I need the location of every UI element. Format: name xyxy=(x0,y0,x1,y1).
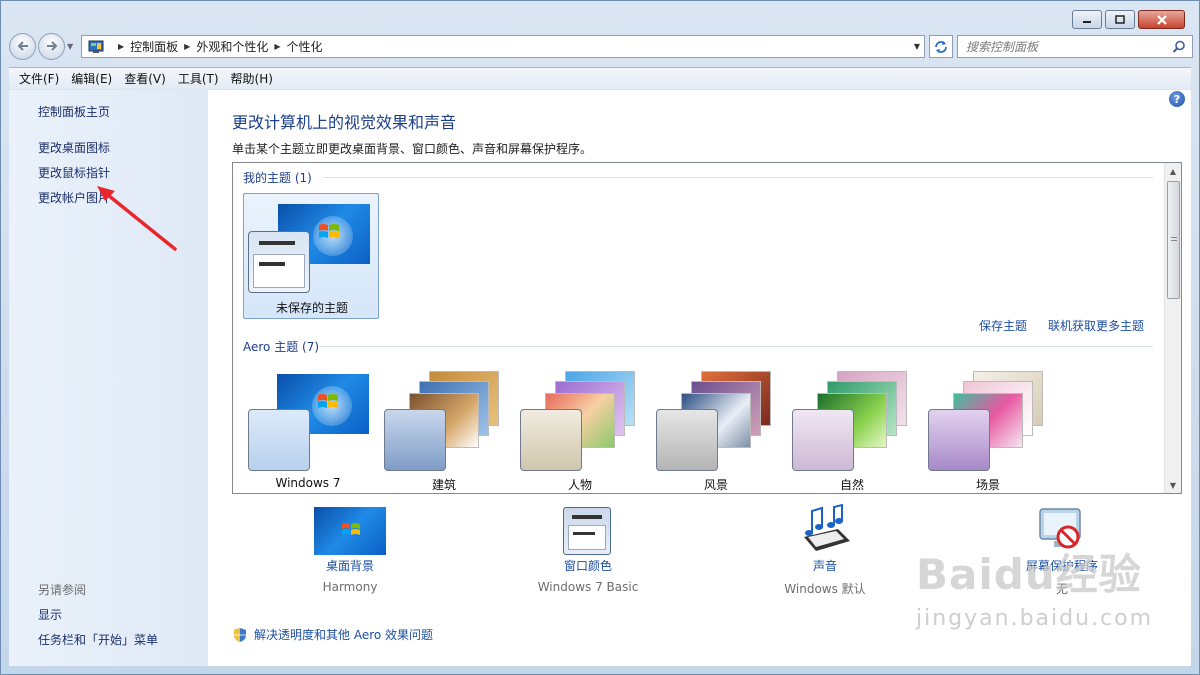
sounds-icon xyxy=(804,503,850,551)
menu-edit[interactable]: 编辑(E) xyxy=(65,70,118,87)
window-color-icon xyxy=(563,507,611,555)
taskbar-start-menu-link[interactable]: 任务栏和「开始」菜单 xyxy=(38,631,158,648)
aero-troubleshoot[interactable]: 解决透明度和其他 Aero 效果问题 xyxy=(232,626,433,643)
theme-characters[interactable]: 人物 xyxy=(515,371,645,492)
task-pane: 控制面板主页 更改桌面图标 更改鼠标指针 更改帐户图片 另请参阅 显示 任务栏和… xyxy=(9,90,208,666)
glass-color-swatch xyxy=(248,409,310,471)
glass-color-swatch xyxy=(384,409,446,471)
scroll-thumb[interactable] xyxy=(1167,181,1180,299)
see-also-heading: 另请参阅 xyxy=(38,583,87,597)
theme-nature[interactable]: 自然 xyxy=(787,371,917,492)
glass-color-swatch xyxy=(656,409,718,471)
scroll-up-arrow[interactable]: ▲ xyxy=(1165,163,1181,179)
refresh-button[interactable] xyxy=(929,35,953,58)
back-arrow-icon xyxy=(17,41,28,51)
theme-name: 建筑 xyxy=(431,478,456,492)
theme-name: 人物 xyxy=(567,478,592,492)
menu-help[interactable]: 帮助(H) xyxy=(225,70,279,87)
screen-saver-value: 无 xyxy=(1055,582,1068,596)
desktop-background-icon xyxy=(314,507,386,555)
theme-unsaved[interactable]: 未保存的主题 xyxy=(243,193,379,319)
my-themes-heading: 我的主题 (1) xyxy=(243,171,312,185)
theme-architecture[interactable]: 建筑 xyxy=(379,371,509,492)
forward-button[interactable] xyxy=(38,32,65,60)
breadcrumb-personalization[interactable]: 个性化 xyxy=(287,38,323,55)
sounds-value: Windows 默认 xyxy=(784,582,866,596)
menu-tools[interactable]: 工具(T) xyxy=(172,70,225,87)
address-bar[interactable]: ▶ 控制面板 ▶ 外观和个性化 ▶ 个性化 ▼ xyxy=(81,35,925,58)
windows-logo-icon xyxy=(319,224,339,238)
menu-view[interactable]: 查看(V) xyxy=(118,70,172,87)
search-box[interactable]: 搜索控制面板 xyxy=(957,35,1193,58)
save-theme-link[interactable]: 保存主题 xyxy=(979,317,1027,334)
menu-file[interactable]: 文件(F) xyxy=(13,70,65,87)
screen-saver-icon xyxy=(1039,508,1081,549)
theme-scenes[interactable]: 场景 xyxy=(923,371,1053,492)
theme-name: 自然 xyxy=(839,478,864,492)
glass-color-swatch xyxy=(792,409,854,471)
glass-color-swatch xyxy=(928,409,990,471)
search-icon[interactable] xyxy=(1172,40,1186,54)
theme-name: 场景 xyxy=(975,478,1000,492)
aero-themes-heading: Aero 主题 (7) xyxy=(243,340,320,354)
minimize-button[interactable] xyxy=(1072,10,1102,29)
main-content: ? 更改计算机上的视觉效果和声音 单击某个主题立即更改桌面背景、窗口颜色、声音和… xyxy=(208,90,1191,666)
caption-buttons xyxy=(1072,10,1185,29)
window-color-preview xyxy=(248,231,310,293)
window-color-link[interactable]: 窗口颜色 xyxy=(508,557,668,574)
change-desktop-icons-link[interactable]: 更改桌面图标 xyxy=(38,139,110,156)
divider xyxy=(319,346,1153,347)
page-title: 更改计算机上的视觉效果和声音 xyxy=(232,113,457,132)
change-account-picture-link[interactable]: 更改帐户图片 xyxy=(38,189,110,206)
windows-logo-icon xyxy=(342,523,360,535)
glass-color-swatch xyxy=(520,409,582,471)
forward-arrow-icon xyxy=(46,41,57,51)
theme-windows7[interactable]: Windows 7 xyxy=(243,371,373,490)
control-panel-home-link[interactable]: 控制面板主页 xyxy=(38,103,110,120)
maximize-button[interactable] xyxy=(1105,10,1135,29)
breadcrumb-control-panel[interactable]: 控制面板 xyxy=(130,38,178,55)
scroll-down-arrow[interactable]: ▼ xyxy=(1165,477,1181,493)
divider xyxy=(323,177,1153,178)
desktop-background-link[interactable]: 桌面背景 xyxy=(270,557,430,574)
control-panel-icon xyxy=(88,40,104,53)
search-input[interactable]: 搜索控制面板 xyxy=(966,38,1038,55)
theme-landscapes[interactable]: 风景 xyxy=(651,371,781,492)
close-button[interactable] xyxy=(1138,10,1185,29)
aero-troubleshoot-link[interactable]: 解决透明度和其他 Aero 效果问题 xyxy=(254,626,433,643)
theme-name: 未保存的主题 xyxy=(275,301,348,315)
control-panel-window: ▼ ▶ 控制面板 ▶ 外观和个性化 ▶ 个性化 ▼ 搜索控制面板 文件(F) 编… xyxy=(0,0,1200,675)
theme-list: 我的主题 (1) 未保存的主题 保存主题 联机获取更多主题 Aero 主题 (7… xyxy=(232,162,1182,494)
get-more-themes-link[interactable]: 联机获取更多主题 xyxy=(1048,317,1144,334)
recent-pages-dropdown[interactable]: ▼ xyxy=(67,42,77,51)
theme-name: Windows 7 xyxy=(275,476,341,490)
display-link[interactable]: 显示 xyxy=(38,606,62,623)
address-dropdown-icon[interactable]: ▼ xyxy=(914,42,920,51)
window-color-value: Windows 7 Basic xyxy=(537,580,639,594)
windows-logo-icon xyxy=(318,394,338,408)
shield-icon xyxy=(234,627,246,642)
breadcrumb-separator: ▶ xyxy=(118,42,125,51)
sounds-link[interactable]: 声音 xyxy=(745,557,905,574)
menu-bar: 文件(F) 编辑(E) 查看(V) 工具(T) 帮助(H) xyxy=(9,67,1191,89)
maximize-icon xyxy=(1115,14,1125,24)
navigation-bar: ▼ ▶ 控制面板 ▶ 外观和个性化 ▶ 个性化 ▼ 搜索控制面板 xyxy=(9,32,1193,60)
screen-saver-link[interactable]: 屏幕保护程序 xyxy=(982,557,1142,574)
theme-list-scrollbar[interactable]: ▲ ▼ xyxy=(1164,163,1181,493)
back-button[interactable] xyxy=(9,32,36,60)
breadcrumb-appearance[interactable]: 外观和个性化 xyxy=(196,38,268,55)
change-mouse-pointers-link[interactable]: 更改鼠标指针 xyxy=(38,164,110,181)
refresh-icon xyxy=(935,40,947,53)
theme-name: 风景 xyxy=(703,478,728,492)
page-description: 单击某个主题立即更改桌面背景、窗口颜色、声音和屏幕保护程序。 xyxy=(232,142,593,156)
breadcrumb-separator[interactable]: ▶ xyxy=(184,42,190,51)
minimize-icon xyxy=(1083,20,1091,23)
close-icon xyxy=(1156,14,1167,25)
desktop-background-value: Harmony xyxy=(322,580,378,594)
help-icon[interactable]: ? xyxy=(1169,91,1185,107)
breadcrumb-separator[interactable]: ▶ xyxy=(274,42,280,51)
